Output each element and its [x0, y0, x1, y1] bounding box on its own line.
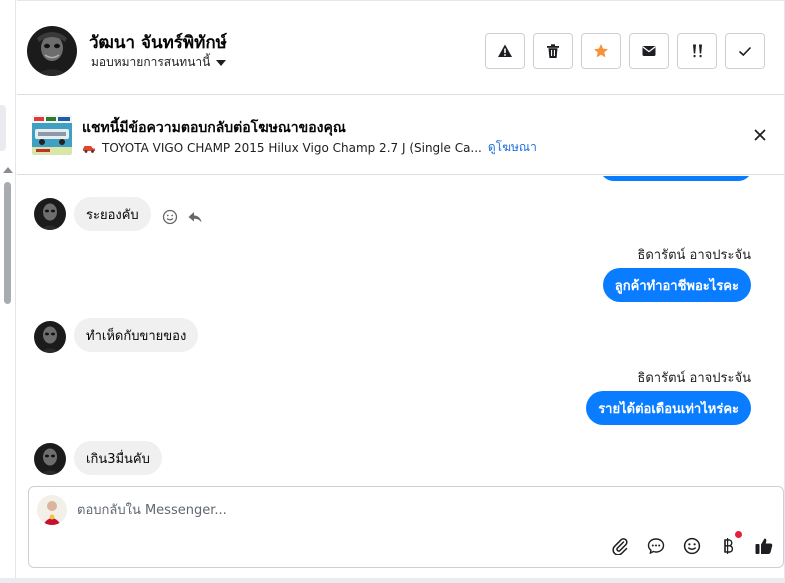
reply-icon — [188, 212, 202, 223]
conversation-header: วัฒนา จันทร์พิทักษ์ มอบหมายการสนทนานี้ — [17, 0, 784, 95]
ad-banner-title: แชทนี้มีข้อความตอบกลับต่อโฆษณาของคุณ — [82, 120, 346, 136]
attach-button[interactable] — [609, 535, 631, 557]
saved-reply-button[interactable] — [645, 535, 667, 557]
follow-up-button[interactable] — [677, 33, 717, 69]
header-actions — [485, 33, 765, 69]
outgoing-message[interactable]: รายได้ต่อเดือนเท่าไหร่คะ — [586, 391, 751, 425]
mark-done-button[interactable] — [725, 33, 765, 69]
incoming-message[interactable]: ระยองคับ — [74, 197, 151, 231]
done-icon — [738, 46, 752, 57]
sender-avatar[interactable] — [34, 321, 66, 353]
contact-avatar[interactable] — [27, 26, 77, 76]
like-button[interactable] — [753, 535, 775, 557]
payment-button[interactable] — [717, 531, 742, 557]
scrollbar-thumb[interactable] — [4, 182, 11, 304]
payment-icon — [724, 538, 734, 554]
saved-reply-icon — [647, 538, 665, 555]
star-icon — [594, 44, 608, 58]
follow-up-icon — [693, 44, 702, 58]
close-banner-button[interactable] — [751, 126, 769, 144]
assign-conversation-dropdown[interactable]: มอบหมายการสนทนานี้ — [91, 53, 227, 72]
message-thread: ระยองคับ ธิดารัตน์ อาจประจัน ลูกค้าทำอาช… — [17, 176, 784, 480]
previous-outgoing-bubble — [600, 176, 752, 181]
composer-toolbar — [609, 531, 775, 557]
message-input[interactable] — [77, 499, 597, 521]
caret-down-icon — [216, 59, 227, 66]
contact-name[interactable]: วัฒนา จันทร์พิทักษ์ — [89, 29, 227, 56]
scroll-up-arrow-icon[interactable] — [3, 167, 13, 173]
reply-composer — [28, 486, 784, 568]
trash-icon — [547, 44, 559, 58]
emoji-button[interactable] — [681, 535, 703, 557]
incoming-message[interactable]: ทำเห็ดกับขายของ — [74, 318, 199, 352]
notification-dot — [735, 531, 742, 538]
reply-button[interactable] — [186, 208, 204, 226]
page-avatar — [37, 495, 67, 525]
mark-unread-button[interactable] — [629, 33, 669, 69]
incoming-message[interactable]: เกิน3มื่นคับ — [74, 441, 162, 475]
side-tab[interactable] — [0, 105, 6, 151]
like-icon — [755, 538, 773, 554]
ad-reply-banner: แชทนี้มีข้อความตอบกลับต่อโฆษณาของคุณ TOY… — [17, 95, 784, 175]
ad-banner-subtitle: TOYOTA VIGO CHAMP 2015 Hilux Vigo Champ … — [82, 138, 537, 157]
star-button[interactable] — [581, 33, 621, 69]
sender-name: ธิดารัตน์ อาจประจัน — [637, 248, 751, 263]
emoji-icon — [683, 537, 701, 555]
outgoing-message[interactable]: ลูกค้าทำอาชีพอะไรคะ — [602, 268, 751, 302]
attach-icon — [612, 538, 628, 555]
view-ad-link[interactable]: ดูโฆษณา — [488, 138, 537, 157]
car-icon — [83, 145, 95, 153]
close-icon — [754, 129, 766, 141]
sender-avatar[interactable] — [34, 198, 66, 230]
mail-icon — [642, 46, 656, 56]
delete-button[interactable] — [533, 33, 573, 69]
spam-icon — [498, 44, 512, 57]
ad-thumbnail[interactable] — [32, 115, 72, 155]
sender-name: ธิดารัตน์ อาจประจัน — [637, 371, 751, 386]
mark-spam-button[interactable] — [485, 33, 525, 69]
sender-avatar[interactable] — [34, 443, 66, 475]
smiley-icon — [162, 209, 178, 225]
ad-product-text: TOYOTA VIGO CHAMP 2015 Hilux Vigo Champ … — [102, 140, 482, 155]
react-button[interactable] — [161, 208, 179, 226]
left-scroll-strip — [0, 0, 16, 583]
assign-label: มอบหมายการสนทนานี้ — [91, 55, 211, 69]
bottom-divider — [0, 578, 785, 583]
